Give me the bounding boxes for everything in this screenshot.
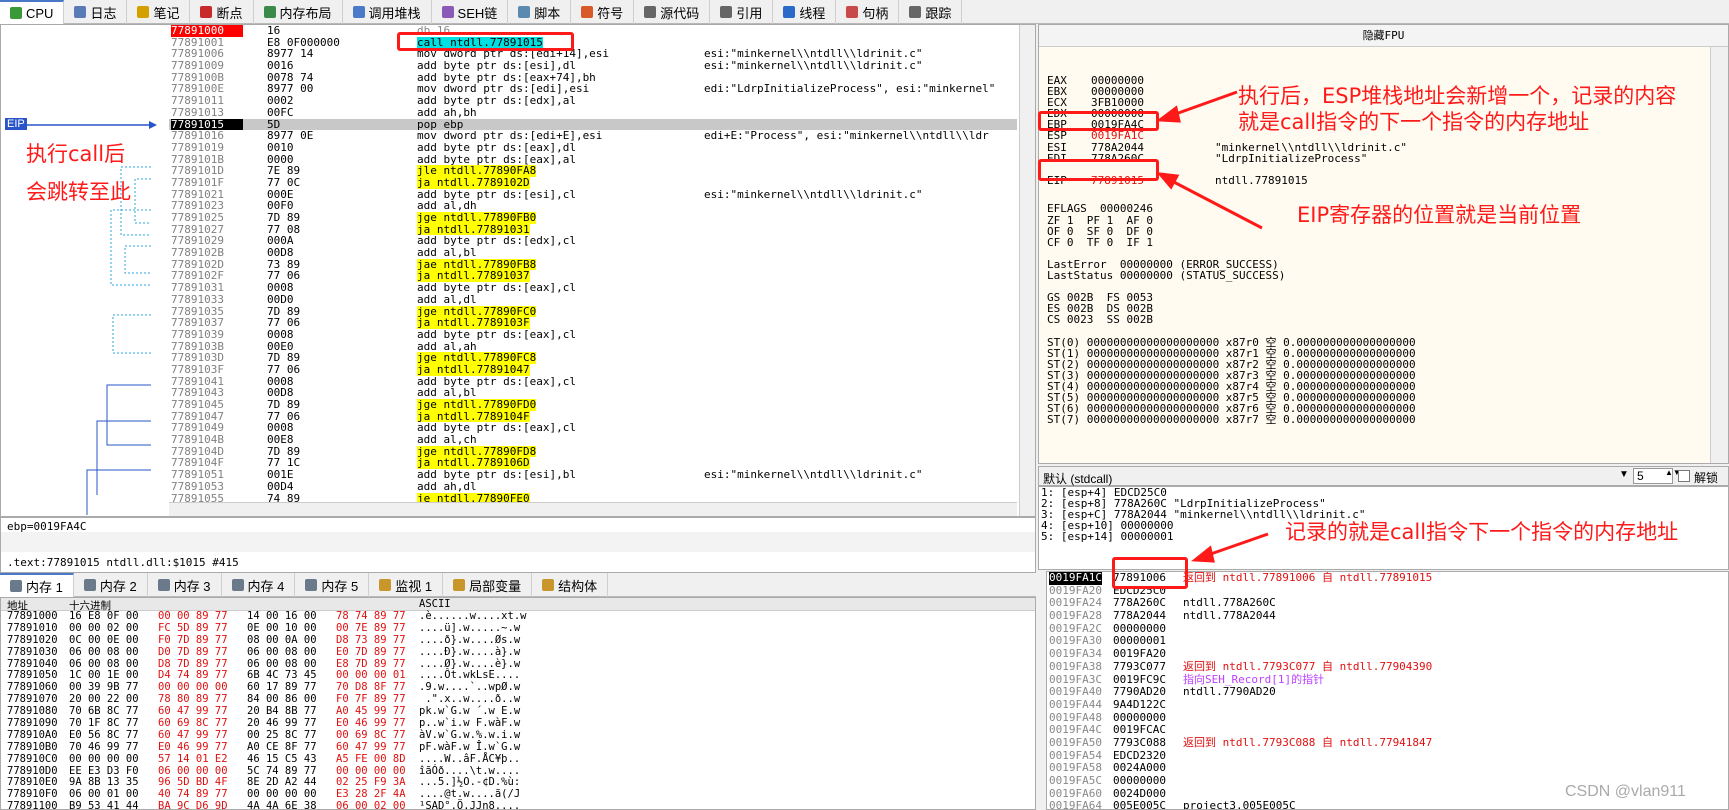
annotation-arrows — [1155, 90, 1269, 563]
watermark: CSDN @vlan911 — [1565, 783, 1686, 800]
